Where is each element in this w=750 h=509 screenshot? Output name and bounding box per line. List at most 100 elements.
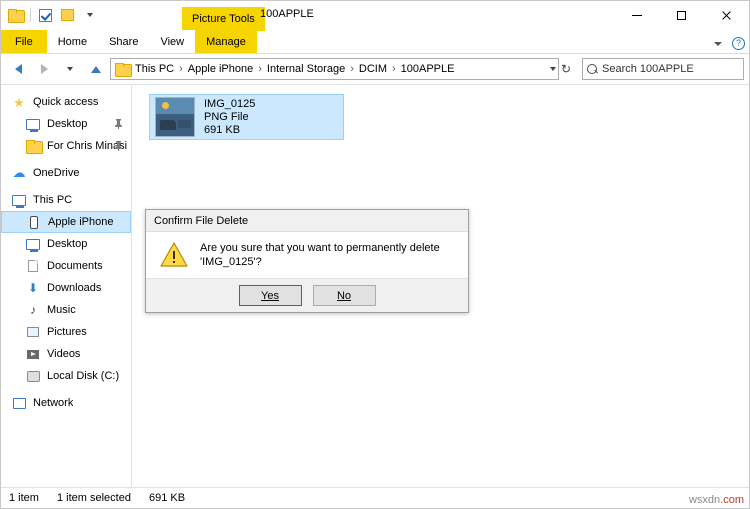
selection-count: 1 item selected [56,492,131,504]
music-icon: ♪ [30,303,36,317]
close-button[interactable] [704,1,749,30]
desktop-icon [25,116,41,132]
file-name: IMG_0125 [204,98,256,110]
address-bar-right: ↻ [561,62,577,76]
sidebar-item-label: Apple iPhone [48,216,114,228]
sidebar-item-desktop[interactable]: Desktop [1,233,131,255]
window-title: 100APPLE [260,8,314,20]
properties-icon[interactable] [36,6,55,25]
status-bar: 1 item 1 item selected 691 KB [1,487,749,508]
sidebar-item-apple-iphone[interactable]: Apple iPhone [1,211,131,233]
sidebar-item-documents[interactable]: Documents [1,255,131,277]
toolbar-divider [30,8,31,22]
customize-caret-icon[interactable] [80,6,99,25]
documents-icon [25,258,41,274]
new-folder-icon[interactable] [58,6,77,25]
search-icon [587,63,598,75]
sidebar-item-label: Downloads [47,282,102,294]
sidebar-item-network[interactable]: Network [1,392,131,414]
search-input[interactable]: Search 100APPLE [582,58,744,80]
file-metadata: IMG_0125 PNG File 691 KB [204,98,255,136]
breadcrumb-separator: › [391,63,396,75]
pictures-icon [25,324,41,340]
sidebar-item-label: Desktop [47,238,88,250]
quick-access-toolbar [1,4,99,26]
ribbon-tabs: File Home Share View Manage ? [1,30,749,54]
sidebar-item-label: Network [33,397,74,409]
item-count: 1 item [9,492,39,504]
dialog-message: Are you sure that you want to permanentl… [200,242,440,268]
breadcrumb-item-dcim[interactable]: DCIM [358,63,388,75]
pin-icon[interactable] [114,141,123,151]
sidebar-item-pictures[interactable]: Pictures [1,321,131,343]
chevron-down-icon[interactable] [714,41,722,46]
file-size: 691 KB [204,124,241,136]
tab-manage[interactable]: Manage [195,30,257,53]
breadcrumb-item-apple-iphone[interactable]: Apple iPhone [187,63,254,75]
sidebar-item-quick-access[interactable]: ★ Quick access [1,91,131,113]
sidebar-item-label: This PC [33,194,73,206]
dialog-body: Are you sure that you want to permanentl… [146,231,468,278]
videos-icon [25,346,41,362]
sidebar-item-onedrive[interactable]: ☁ OneDrive [1,162,131,184]
maximize-button[interactable] [659,1,704,30]
tab-share[interactable]: Share [98,30,150,53]
yes-button[interactable]: Yes [238,285,302,306]
sidebar-item-desktop-quick[interactable]: Desktop [1,113,131,135]
sidebar-item-local-disk-c[interactable]: Local Disk (C:) [1,365,131,387]
watermark-text: wsxdn [688,494,721,506]
file-type: PNG File [204,111,249,123]
warning-icon [160,242,188,268]
tab-home[interactable]: Home [46,30,99,53]
folder-icon [25,138,43,154]
downloads-icon: ⬇ [27,281,39,295]
tab-view[interactable]: View [149,30,196,53]
sidebar-item-label: Pictures [47,326,87,338]
back-arrow-icon[interactable] [6,57,30,81]
sidebar-item-label: Quick access [33,96,99,108]
tab-file[interactable]: File [1,30,47,53]
address-bar: This PC › Apple iPhone › Internal Storag… [1,54,749,84]
help-icon[interactable]: ? [732,37,745,50]
title-bar: Picture Tools 100APPLE [1,1,749,31]
pin-icon[interactable] [114,119,123,129]
minimize-button[interactable] [614,1,659,30]
up-arrow-icon[interactable] [84,57,108,81]
sidebar-item-downloads[interactable]: ⬇ Downloads [1,277,131,299]
sidebar-item-videos[interactable]: Videos [1,343,131,365]
chevron-down-icon[interactable] [550,67,556,71]
breadcrumb-separator: › [350,63,354,75]
sidebar-item-label: Videos [47,348,81,360]
dialog-title: Confirm File Delete [146,210,468,231]
picture-tools-tab[interactable]: Picture Tools [182,7,265,31]
refresh-icon[interactable]: ↻ [561,62,574,76]
dialog-buttons: Yes No [146,278,468,312]
search-placeholder: Search 100APPLE [602,63,694,75]
onedrive-icon: ☁ [12,165,26,180]
breadcrumb-item-100apple[interactable]: 100APPLE [400,63,456,75]
folder-icon[interactable] [6,6,25,25]
sidebar-item-this-pc[interactable]: This PC [1,189,131,211]
no-button[interactable]: No [312,285,376,306]
ribbon-controls: ? [714,37,745,50]
watermark: wsxdn.com [689,494,744,506]
forward-arrow-icon[interactable] [32,57,56,81]
sidebar-item-label: Local Disk (C:) [47,370,120,382]
sidebar-item-label: Desktop [47,118,88,130]
breadcrumb-item-internal-storage[interactable]: Internal Storage [266,63,346,75]
recent-locations-icon[interactable] [58,57,82,81]
breadcrumb-separator: › [179,63,183,75]
explorer-window: Picture Tools 100APPLE File Home Share V… [0,0,750,509]
yes-button-label: Yes [261,289,279,302]
list-item[interactable]: IMG_0125 PNG File 691 KB [149,94,344,140]
disk-icon [25,368,41,384]
folder-icon [115,63,132,77]
breadcrumb-item-this-pc[interactable]: This PC [134,63,175,75]
sidebar-item-label: Music [47,304,76,316]
confirm-delete-dialog: Confirm File Delete Are you sure that yo… [145,209,469,313]
file-list[interactable]: IMG_0125 PNG File 691 KB Confirm File De… [132,85,749,487]
main-area: ★ Quick access Desktop For Chris Minasi … [1,84,749,487]
sidebar-item-for-chris-minasi[interactable]: For Chris Minasi [1,135,131,157]
sidebar-item-music[interactable]: ♪ Music [1,299,131,321]
address-input[interactable]: This PC › Apple iPhone › Internal Storag… [110,58,559,80]
